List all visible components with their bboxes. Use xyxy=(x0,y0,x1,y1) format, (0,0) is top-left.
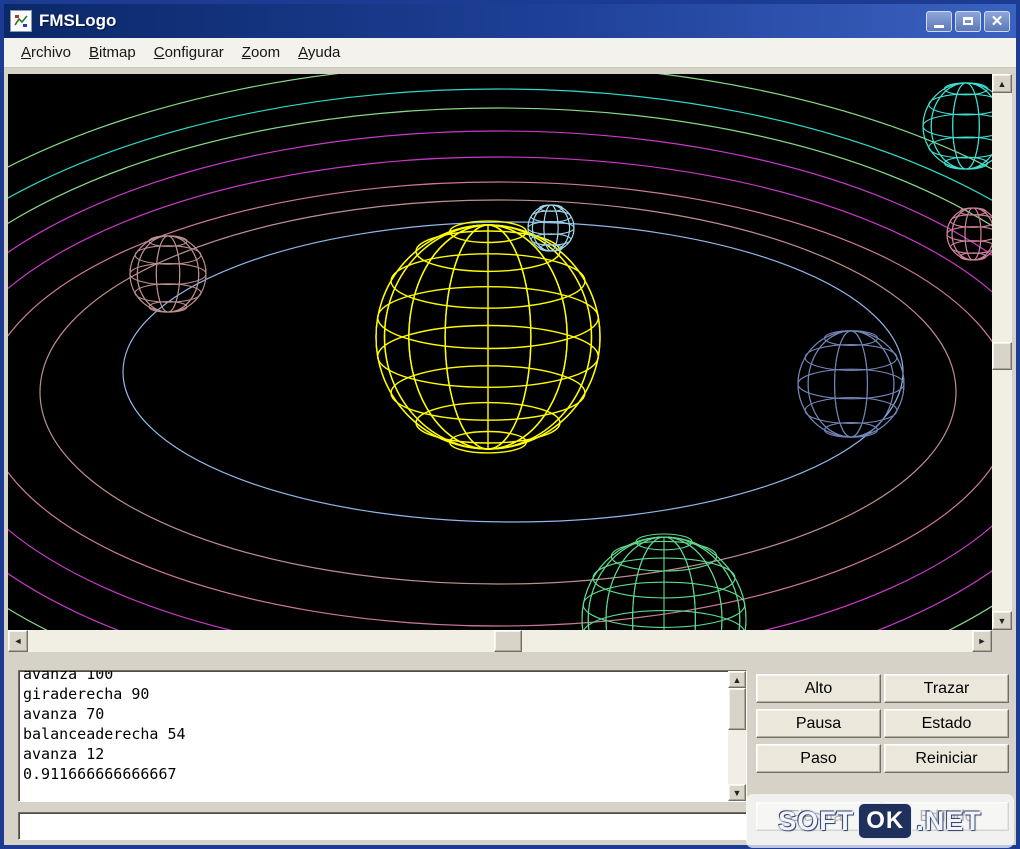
history-line: avanza 70 xyxy=(23,704,724,724)
window-title: FMSLogo xyxy=(39,11,926,31)
history-scroll-up-icon[interactable]: ▲ xyxy=(728,671,746,688)
commander-button-reiniciar[interactable]: Reiniciar xyxy=(884,744,1009,773)
history-line: balanceaderecha 54 xyxy=(23,724,724,744)
commander-input[interactable] xyxy=(18,812,747,840)
history-line: giraderecha 90 xyxy=(23,684,724,704)
window-controls: ✕ xyxy=(926,11,1010,32)
commander-button-pausa[interactable]: Pausa xyxy=(756,709,881,738)
minimize-button[interactable] xyxy=(926,11,952,32)
scroll-left-icon[interactable]: ◄ xyxy=(8,630,28,652)
commander-button-alto[interactable]: Alto xyxy=(756,674,881,703)
canvas-horizontal-scrollbar[interactable]: ◄ ► xyxy=(8,630,992,652)
app-icon xyxy=(10,10,32,32)
scroll-right-icon[interactable]: ► xyxy=(972,630,992,652)
commander-button-trazar[interactable]: Trazar xyxy=(884,674,1009,703)
scroll-down-icon[interactable]: ▼ xyxy=(992,611,1012,630)
commander-button-estado[interactable]: Estado xyxy=(884,709,1009,738)
commander-history[interactable]: avanza 100giraderecha 90avanza 70balance… xyxy=(18,670,747,802)
watermark-ok-badge: OK xyxy=(859,804,911,838)
history-line: avanza 100 xyxy=(23,670,724,684)
watermark-text-right: .NET xyxy=(916,806,982,837)
menu-zoom[interactable]: Zoom xyxy=(233,40,289,65)
app-window: FMSLogo ✕ ArchivoBitmapConfigurarZoomAyu… xyxy=(0,0,1020,849)
history-scroll-down-icon[interactable]: ▼ xyxy=(728,784,746,801)
menu-archivo[interactable]: Archivo xyxy=(12,40,80,65)
history-text: avanza 100giraderecha 90avanza 70balance… xyxy=(23,670,724,784)
scroll-up-icon[interactable]: ▲ xyxy=(992,74,1012,93)
maximize-icon xyxy=(963,17,973,25)
menu-ayuda[interactable]: Ayuda xyxy=(289,40,349,65)
canvas-vertical-scrollbar[interactable]: ▲ ▼ xyxy=(992,74,1012,630)
watermark-text-left: SOFT xyxy=(778,806,854,837)
title-bar[interactable]: FMSLogo ✕ xyxy=(4,4,1016,38)
commander-buttons: AltoTrazarPausaEstadoPasoReiniciar xyxy=(756,674,1009,773)
close-button[interactable]: ✕ xyxy=(984,11,1010,32)
commander-button-paso[interactable]: Paso xyxy=(756,744,881,773)
menu-bar: ArchivoBitmapConfigurarZoomAyuda xyxy=(4,38,1016,68)
horizontal-scroll-thumb[interactable] xyxy=(494,630,522,652)
maximize-button[interactable] xyxy=(955,11,981,32)
drawing-canvas[interactable] xyxy=(8,74,992,630)
history-scroll-thumb[interactable] xyxy=(728,688,746,730)
history-line: avanza 12 xyxy=(23,744,724,764)
minimize-icon xyxy=(934,25,944,28)
menu-bitmap[interactable]: Bitmap xyxy=(80,40,145,65)
history-scrollbar[interactable]: ▲ ▼ xyxy=(728,671,746,801)
watermark: SOFT OK .NET xyxy=(746,794,1014,848)
menu-configurar[interactable]: Configurar xyxy=(145,40,233,65)
vertical-scroll-thumb[interactable] xyxy=(992,342,1012,370)
history-line: 0.911666666666667 xyxy=(23,764,724,784)
